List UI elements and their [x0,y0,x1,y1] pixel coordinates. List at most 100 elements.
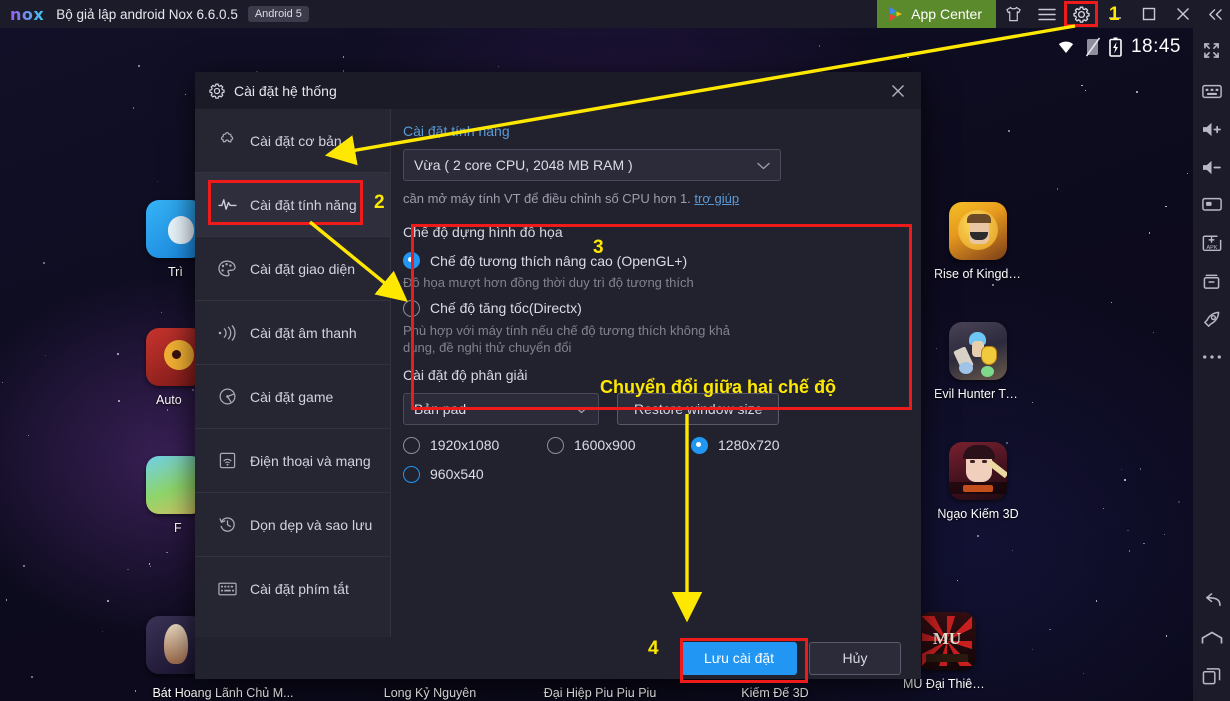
fullscreen-icon[interactable] [1193,28,1230,72]
app-label: Evil Hunter Tycoon [934,387,1022,401]
screenshot-icon[interactable] [1193,186,1230,224]
sidebar-item-sound-settings[interactable]: Cài đặt âm thanh [195,301,390,365]
app-tile [949,442,1007,500]
radio-directx-label: Chế độ tăng tốc(Directx) [430,300,582,317]
radio-1280x720[interactable] [691,436,708,454]
app-tile [949,322,1007,380]
sidebar-item-basic-settings[interactable]: Cài đặt cơ bản [195,109,390,173]
radio-1600x900-label: 1600x900 [574,437,636,454]
resolution-option-1920x1080[interactable]: 1920x1080 [403,436,547,454]
volume-down-icon[interactable] [1193,148,1230,186]
svg-text:APK: APK [1206,244,1217,250]
performance-dropdown[interactable]: Vừa ( 2 core CPU, 2048 MB RAM ) [403,149,781,181]
install-apk-icon[interactable]: APK [1193,224,1230,262]
desktop-app-ngao-kiem-3d[interactable]: Ngạo Kiếm 3D [934,442,1022,521]
menu-icon[interactable] [1030,0,1064,28]
status-clock: 18:45 [1130,36,1181,57]
battery-charging-icon [1109,37,1122,57]
radio-1280x720-label: 1280x720 [718,437,780,454]
volume-up-icon[interactable] [1193,110,1230,148]
sidebar-item-interface-settings[interactable]: Cài đặt giao diện [195,237,390,301]
radio-directx[interactable] [403,299,420,317]
sidebar-item-label: Dọn dẹp và sao lưu [250,516,373,533]
sidebar-item-label: Cài đặt cơ bản [250,132,342,149]
gear-icon [209,83,225,99]
sidebar-item-label: Cài đặt game [250,388,334,405]
sound-icon [217,324,237,341]
sidebar-item-game-settings[interactable]: Cài đặt game [195,365,390,429]
sidebar-item-feature-settings[interactable]: Cài đặt tính năng [195,173,390,237]
maximize-icon[interactable] [1132,0,1166,28]
resolution-option-1600x900[interactable]: 1600x900 [547,436,691,454]
play-store-icon [890,7,903,21]
radio-1600x900[interactable] [547,436,564,454]
dock-label-3: Đại Hiệp Piu Piu Piu [543,686,657,700]
dialog-footer: Lưu cài đặt Hủy [195,637,921,683]
recents-icon[interactable] [1193,657,1230,695]
app-tile [949,202,1007,260]
keyboard-icon[interactable] [1193,72,1230,110]
gamepad-icon [217,388,237,405]
gear-icon [1064,0,1098,28]
system-settings-dialog: Cài đặt hệ thống Cài đặt cơ bản Cài đặt … [195,72,921,683]
app-center-button[interactable]: App Center [877,0,996,28]
desktop-app-rise-of-kingdoms[interactable]: Rise of Kingdoms [934,202,1022,281]
more-icon[interactable] [1193,338,1230,376]
android-version-badge: Android 5 [247,6,309,22]
nox-right-toolbar: APK [1193,28,1230,701]
sidebar-item-label: Cài đặt âm thanh [250,324,357,341]
android-status-bar: 18:45 [993,30,1193,64]
sidebar-item-cleanup-backup[interactable]: Dọn dẹp và sao lưu [195,493,390,557]
dock-label-1: Bát Hoang Lãnh Chủ M... [152,686,294,700]
graphics-section-title: Chế độ dựng hình đồ họa [403,224,563,240]
graphics-section: Chế độ dựng hình đồ họa Chế độ tương thí… [403,224,897,357]
settings-content: Cài đặt tính năng Vừa ( 2 core CPU, 2048… [391,109,921,637]
sidebar-item-phone-network[interactable]: Điện thoại và mạng [195,429,390,493]
radio-opengl[interactable] [403,252,420,269]
chevron-down-icon [575,401,588,417]
highlight-box-save [680,638,808,683]
dialog-title: Cài đặt hệ thống [234,82,337,99]
resolution-option-960x540[interactable]: 960x540 [403,465,547,483]
keyboard-shortcut-icon [217,582,237,596]
annotation-number-3: 3 [593,237,604,258]
graphics-option-directx[interactable]: Chế độ tăng tốc(Directx) [403,299,897,317]
history-icon [217,516,237,533]
radio-1920x1080-label: 1920x1080 [430,437,500,454]
dialog-header: Cài đặt hệ thống [195,72,921,109]
close-icon[interactable] [887,80,909,102]
vt-hint-link[interactable]: trợ giúp [694,191,739,206]
wifi-icon [1058,41,1074,53]
graphics-option-opengl[interactable]: Chế độ tương thích nâng cao (OpenGL+) [403,252,897,269]
settings-gear-button[interactable] [1064,0,1098,28]
vt-hint: cần mở máy tính VT để điều chỉnh số CPU … [403,191,897,206]
annotation-callout-text: Chuyển đổi giữa hai chế độ [600,377,837,397]
file-manager-icon[interactable] [1193,262,1230,300]
radio-960x540-label: 960x540 [430,466,484,483]
radio-960x540[interactable] [403,465,420,483]
back-icon[interactable] [1193,581,1230,619]
pulse-icon [217,197,237,212]
collapse-icon[interactable] [1200,0,1230,28]
sidebar-item-label: Cài đặt phím tắt [250,581,349,597]
app-tile: MU [918,612,976,670]
sidebar-item-label: Cài đặt giao diện [250,260,356,277]
device-type-value: Bản pad [414,400,467,417]
window-title: Bộ giả lập android Nox 6.6.0.5 [56,6,238,22]
close-icon[interactable] [1166,0,1200,28]
nox-title-bar: nox Bộ giả lập android Nox 6.6.0.5 Andro… [0,0,1230,28]
sidebar-item-keyboard-shortcuts[interactable]: Cài đặt phím tắt [195,557,390,621]
resolution-option-1280x720[interactable]: 1280x720 [691,436,835,454]
nox-logo: nox [10,4,45,24]
desktop-app-evil-hunter-tycoon[interactable]: Evil Hunter Tycoon [934,322,1022,401]
feature-settings-title: Cài đặt tính năng [403,123,510,139]
home-icon[interactable] [1193,619,1230,657]
boost-icon[interactable] [1193,300,1230,338]
device-type-dropdown[interactable]: Bản pad [403,392,599,425]
cancel-button[interactable]: Hủy [809,641,901,675]
radio-1920x1080[interactable] [403,436,420,454]
dialog-body: Cài đặt cơ bản Cài đặt tính năng Cài đặt… [195,109,921,637]
graphics-directx-desc: Phù hợp với máy tính nếu chế độ tương th… [403,322,730,356]
shirt-icon[interactable] [996,0,1030,28]
dock-label-2: Long Kỷ Nguyên [383,686,477,700]
